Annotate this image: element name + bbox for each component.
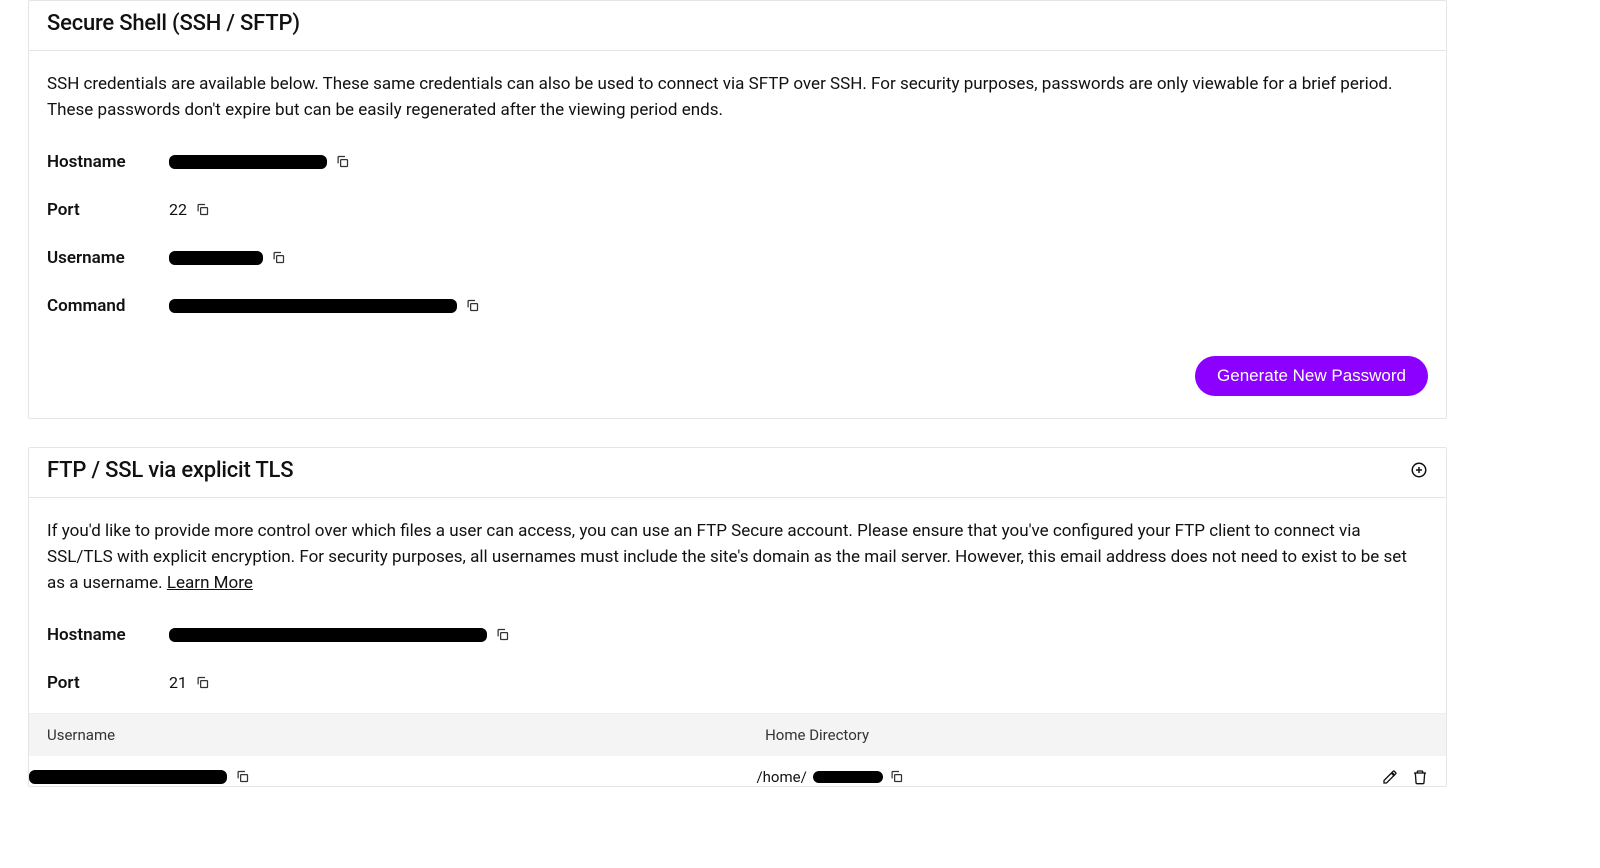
table-col-username: Username	[47, 726, 765, 744]
copy-icon[interactable]	[465, 298, 480, 313]
ssh-command-row: Command	[47, 296, 1428, 316]
ftp-title: FTP / SSL via explicit TLS	[47, 458, 293, 483]
copy-icon[interactable]	[195, 675, 210, 690]
ftp-hostname-label: Hostname	[47, 625, 169, 645]
ssh-port-value: 22	[169, 200, 187, 219]
trash-icon[interactable]	[1412, 769, 1428, 785]
ssh-username-value-redacted	[169, 251, 263, 265]
ftp-hostname-value-redacted	[169, 628, 487, 642]
copy-icon[interactable]	[235, 769, 250, 784]
ssh-port-label: Port	[47, 200, 169, 220]
ssh-command-value-redacted	[169, 299, 457, 313]
ssh-username-row: Username	[47, 248, 1428, 268]
ftp-port-value: 21	[169, 673, 187, 692]
ftp-row-home-redacted	[813, 771, 883, 783]
ftp-panel-header: FTP / SSL via explicit TLS	[29, 448, 1446, 498]
copy-icon[interactable]	[335, 154, 350, 169]
ftp-panel: FTP / SSL via explicit TLS If you'd like…	[28, 447, 1447, 787]
table-row: /home/	[29, 756, 1446, 786]
ssh-hostname-value-redacted	[169, 155, 327, 169]
ftp-description: If you'd like to provide more control ov…	[47, 518, 1428, 597]
learn-more-link[interactable]: Learn More	[167, 573, 253, 593]
ssh-panel-header: Secure Shell (SSH / SFTP)	[29, 1, 1446, 51]
ssh-title: Secure Shell (SSH / SFTP)	[47, 11, 300, 36]
ftp-row-username-redacted	[29, 770, 227, 784]
ssh-description: SSH credentials are available below. The…	[47, 71, 1428, 124]
ftp-port-row: Port 21	[47, 673, 1428, 693]
copy-icon[interactable]	[271, 250, 286, 265]
ssh-panel: Secure Shell (SSH / SFTP) SSH credential…	[28, 0, 1447, 419]
ssh-command-label: Command	[47, 296, 169, 316]
ftp-port-label: Port	[47, 673, 169, 693]
copy-icon[interactable]	[889, 769, 904, 784]
ssh-hostname-row: Hostname	[47, 152, 1428, 172]
copy-icon[interactable]	[495, 627, 510, 642]
ftp-row-home-prefix: /home/	[756, 768, 806, 786]
ftp-hostname-row: Hostname	[47, 625, 1428, 645]
table-col-home: Home Directory	[765, 726, 1358, 744]
ssh-username-label: Username	[47, 248, 169, 268]
copy-icon[interactable]	[195, 202, 210, 217]
generate-password-button[interactable]: Generate New Password	[1195, 356, 1428, 396]
ssh-port-row: Port 22	[47, 200, 1428, 220]
ssh-hostname-label: Hostname	[47, 152, 169, 172]
edit-icon[interactable]	[1382, 769, 1398, 785]
ftp-table-header: Username Home Directory	[29, 713, 1446, 756]
plus-circle-icon[interactable]	[1410, 461, 1428, 479]
